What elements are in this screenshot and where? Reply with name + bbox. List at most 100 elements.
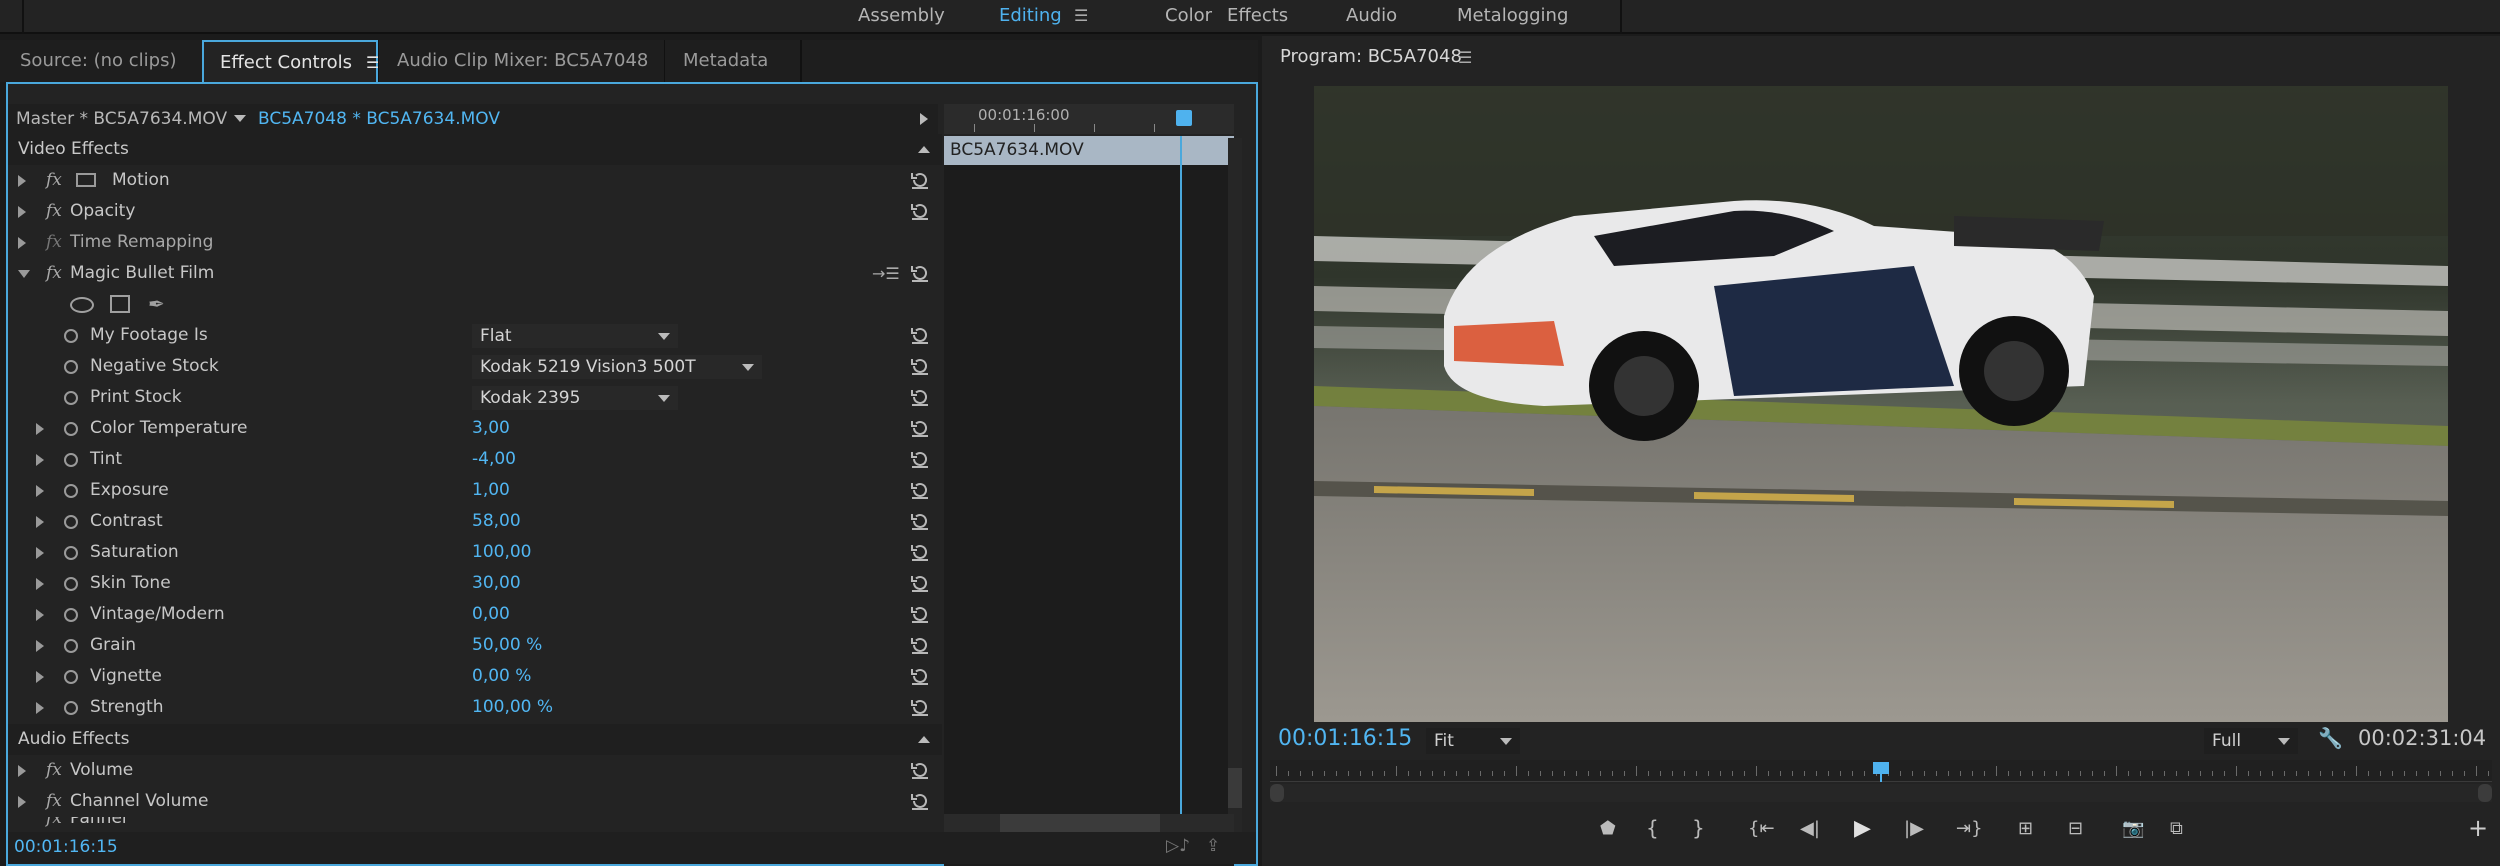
effect-settings-icon[interactable]: →☰ xyxy=(872,258,900,289)
reset-icon[interactable] xyxy=(910,604,930,624)
param-row[interactable]: Strength 100,00 % xyxy=(8,692,942,723)
menu-icon[interactable]: ☰ xyxy=(1458,48,1472,67)
stopwatch-icon[interactable] xyxy=(64,639,78,653)
effect-row-opacity[interactable]: fx Opacity xyxy=(8,196,942,227)
workspace-color[interactable]: Color xyxy=(1165,0,1212,34)
param-dropdown[interactable]: Kodak 2395 xyxy=(472,386,678,410)
fx-icon[interactable]: fx xyxy=(46,817,62,831)
collapse-icon[interactable] xyxy=(918,736,930,743)
expand-icon[interactable] xyxy=(36,547,44,559)
expand-icon[interactable] xyxy=(18,206,26,218)
scrollbar-thumb[interactable] xyxy=(1000,814,1160,834)
current-timecode[interactable]: 00:01:16:15 xyxy=(14,837,118,857)
go-to-out-icon[interactable]: ⇥} xyxy=(1956,818,1983,839)
workspace-editing[interactable]: Editing xyxy=(999,0,1062,34)
workspace-metalogging[interactable]: Metalogging xyxy=(1457,0,1568,34)
add-icon[interactable]: + xyxy=(2468,814,2488,842)
stopwatch-icon[interactable] xyxy=(64,670,78,684)
stopwatch-icon[interactable] xyxy=(64,422,78,436)
effect-row-magic-bullet-film[interactable]: fx Magic Bullet Film →☰ xyxy=(8,258,942,289)
param-value[interactable]: 3,00 xyxy=(472,413,510,444)
collapse-icon[interactable] xyxy=(918,146,930,153)
tab-source[interactable]: Source: (no clips) xyxy=(2,40,195,82)
tab-metadata[interactable]: Metadata xyxy=(664,40,786,82)
lift-icon[interactable]: ⊞ xyxy=(2018,818,2033,839)
motion-transform-icon[interactable] xyxy=(76,173,96,187)
expand-icon[interactable] xyxy=(36,485,44,497)
expand-icon[interactable] xyxy=(36,516,44,528)
param-row[interactable]: Color Temperature 3,00 xyxy=(8,413,942,444)
fx-icon[interactable]: fx xyxy=(46,165,62,196)
stopwatch-icon[interactable] xyxy=(64,577,78,591)
workspace-effects[interactable]: Effects xyxy=(1227,0,1288,34)
effect-row-channel-volume[interactable]: fx Channel Volume xyxy=(8,786,942,817)
effect-row-motion[interactable]: fx Motion xyxy=(8,165,942,196)
param-row[interactable]: Print Stock Kodak 2395 xyxy=(8,382,942,413)
stopwatch-icon[interactable] xyxy=(64,484,78,498)
extract-icon[interactable]: ⊟ xyxy=(2068,818,2083,839)
zoom-handle-right[interactable] xyxy=(2478,784,2492,802)
quality-dropdown[interactable]: Full xyxy=(2204,728,2298,754)
param-value[interactable]: 100,00 % xyxy=(472,692,553,723)
in-point-icon[interactable]: { xyxy=(1646,816,1659,840)
stopwatch-icon[interactable] xyxy=(64,453,78,467)
param-row[interactable]: Negative Stock Kodak 5219 Vision3 500T xyxy=(8,351,942,382)
param-row[interactable]: My Footage Is Flat xyxy=(8,320,942,351)
reset-icon[interactable] xyxy=(910,697,930,717)
expand-icon[interactable] xyxy=(18,765,26,777)
program-timecode[interactable]: 00:01:16:15 xyxy=(1278,726,1412,751)
reset-icon[interactable] xyxy=(910,542,930,562)
pen-mask-icon[interactable]: ✒ xyxy=(148,289,165,320)
param-dropdown[interactable]: Kodak 5219 Vision3 500T xyxy=(472,355,762,379)
param-row[interactable]: Contrast 58,00 xyxy=(8,506,942,537)
param-value[interactable]: -4,00 xyxy=(472,444,516,475)
param-dropdown[interactable]: Flat xyxy=(472,324,678,348)
param-row[interactable]: Skin Tone 30,00 xyxy=(8,568,942,599)
tab-effect-controls[interactable]: Effect Controls ☰ xyxy=(202,40,380,82)
ellipse-mask-icon[interactable] xyxy=(70,297,94,313)
zoom-handle-left[interactable] xyxy=(1270,784,1284,802)
expand-icon[interactable] xyxy=(36,454,44,466)
camera-icon[interactable]: 📷 xyxy=(2122,818,2144,839)
expand-icon[interactable] xyxy=(36,609,44,621)
param-value[interactable]: 50,00 % xyxy=(472,630,542,661)
horizontal-scrollbar[interactable] xyxy=(944,814,1234,834)
rect-mask-icon[interactable] xyxy=(110,295,130,313)
collapse-icon[interactable] xyxy=(18,270,30,278)
reset-icon[interactable] xyxy=(910,263,930,283)
effect-row-volume[interactable]: fx Volume xyxy=(8,755,942,786)
reset-icon[interactable] xyxy=(910,635,930,655)
play-icon[interactable]: ▶ xyxy=(1854,816,1871,841)
expand-icon[interactable] xyxy=(36,640,44,652)
expand-icon[interactable] xyxy=(18,796,26,808)
tab-audio-clip-mixer[interactable]: Audio Clip Mixer: BC5A7048 xyxy=(378,40,666,82)
playhead-icon[interactable] xyxy=(1176,110,1192,126)
param-value[interactable]: 58,00 xyxy=(472,506,521,537)
step-forward-icon[interactable]: |▶ xyxy=(1904,818,1924,839)
reset-icon[interactable] xyxy=(910,666,930,686)
expand-icon[interactable] xyxy=(36,423,44,435)
fit-dropdown[interactable]: Fit xyxy=(1426,728,1520,754)
mini-timeline-ruler[interactable]: 00:01:16:00 xyxy=(944,104,1234,134)
reset-icon[interactable] xyxy=(910,418,930,438)
param-row[interactable]: Saturation 100,00 xyxy=(8,537,942,568)
play-audio-icon[interactable]: ▷♪ xyxy=(1166,836,1190,856)
expand-icon[interactable] xyxy=(36,578,44,590)
wrench-icon[interactable]: 🔧 xyxy=(2318,726,2343,750)
export-icon[interactable]: ⇪ xyxy=(1206,836,1220,856)
out-point-icon[interactable]: } xyxy=(1692,816,1705,840)
reset-icon[interactable] xyxy=(910,449,930,469)
reset-icon[interactable] xyxy=(910,760,930,780)
reset-icon[interactable] xyxy=(910,791,930,811)
stopwatch-icon[interactable] xyxy=(64,391,78,405)
comparison-icon[interactable]: ⧉ xyxy=(2170,818,2183,839)
reset-icon[interactable] xyxy=(910,201,930,221)
reset-icon[interactable] xyxy=(910,573,930,593)
param-row[interactable]: Exposure 1,00 xyxy=(8,475,942,506)
chevron-down-icon[interactable] xyxy=(234,115,246,122)
stopwatch-icon[interactable] xyxy=(64,608,78,622)
param-value[interactable]: 0,00 % xyxy=(472,661,531,692)
param-value[interactable]: 100,00 xyxy=(472,537,531,568)
marker-icon[interactable]: ⬟ xyxy=(1600,818,1616,839)
expand-icon[interactable] xyxy=(18,237,26,249)
